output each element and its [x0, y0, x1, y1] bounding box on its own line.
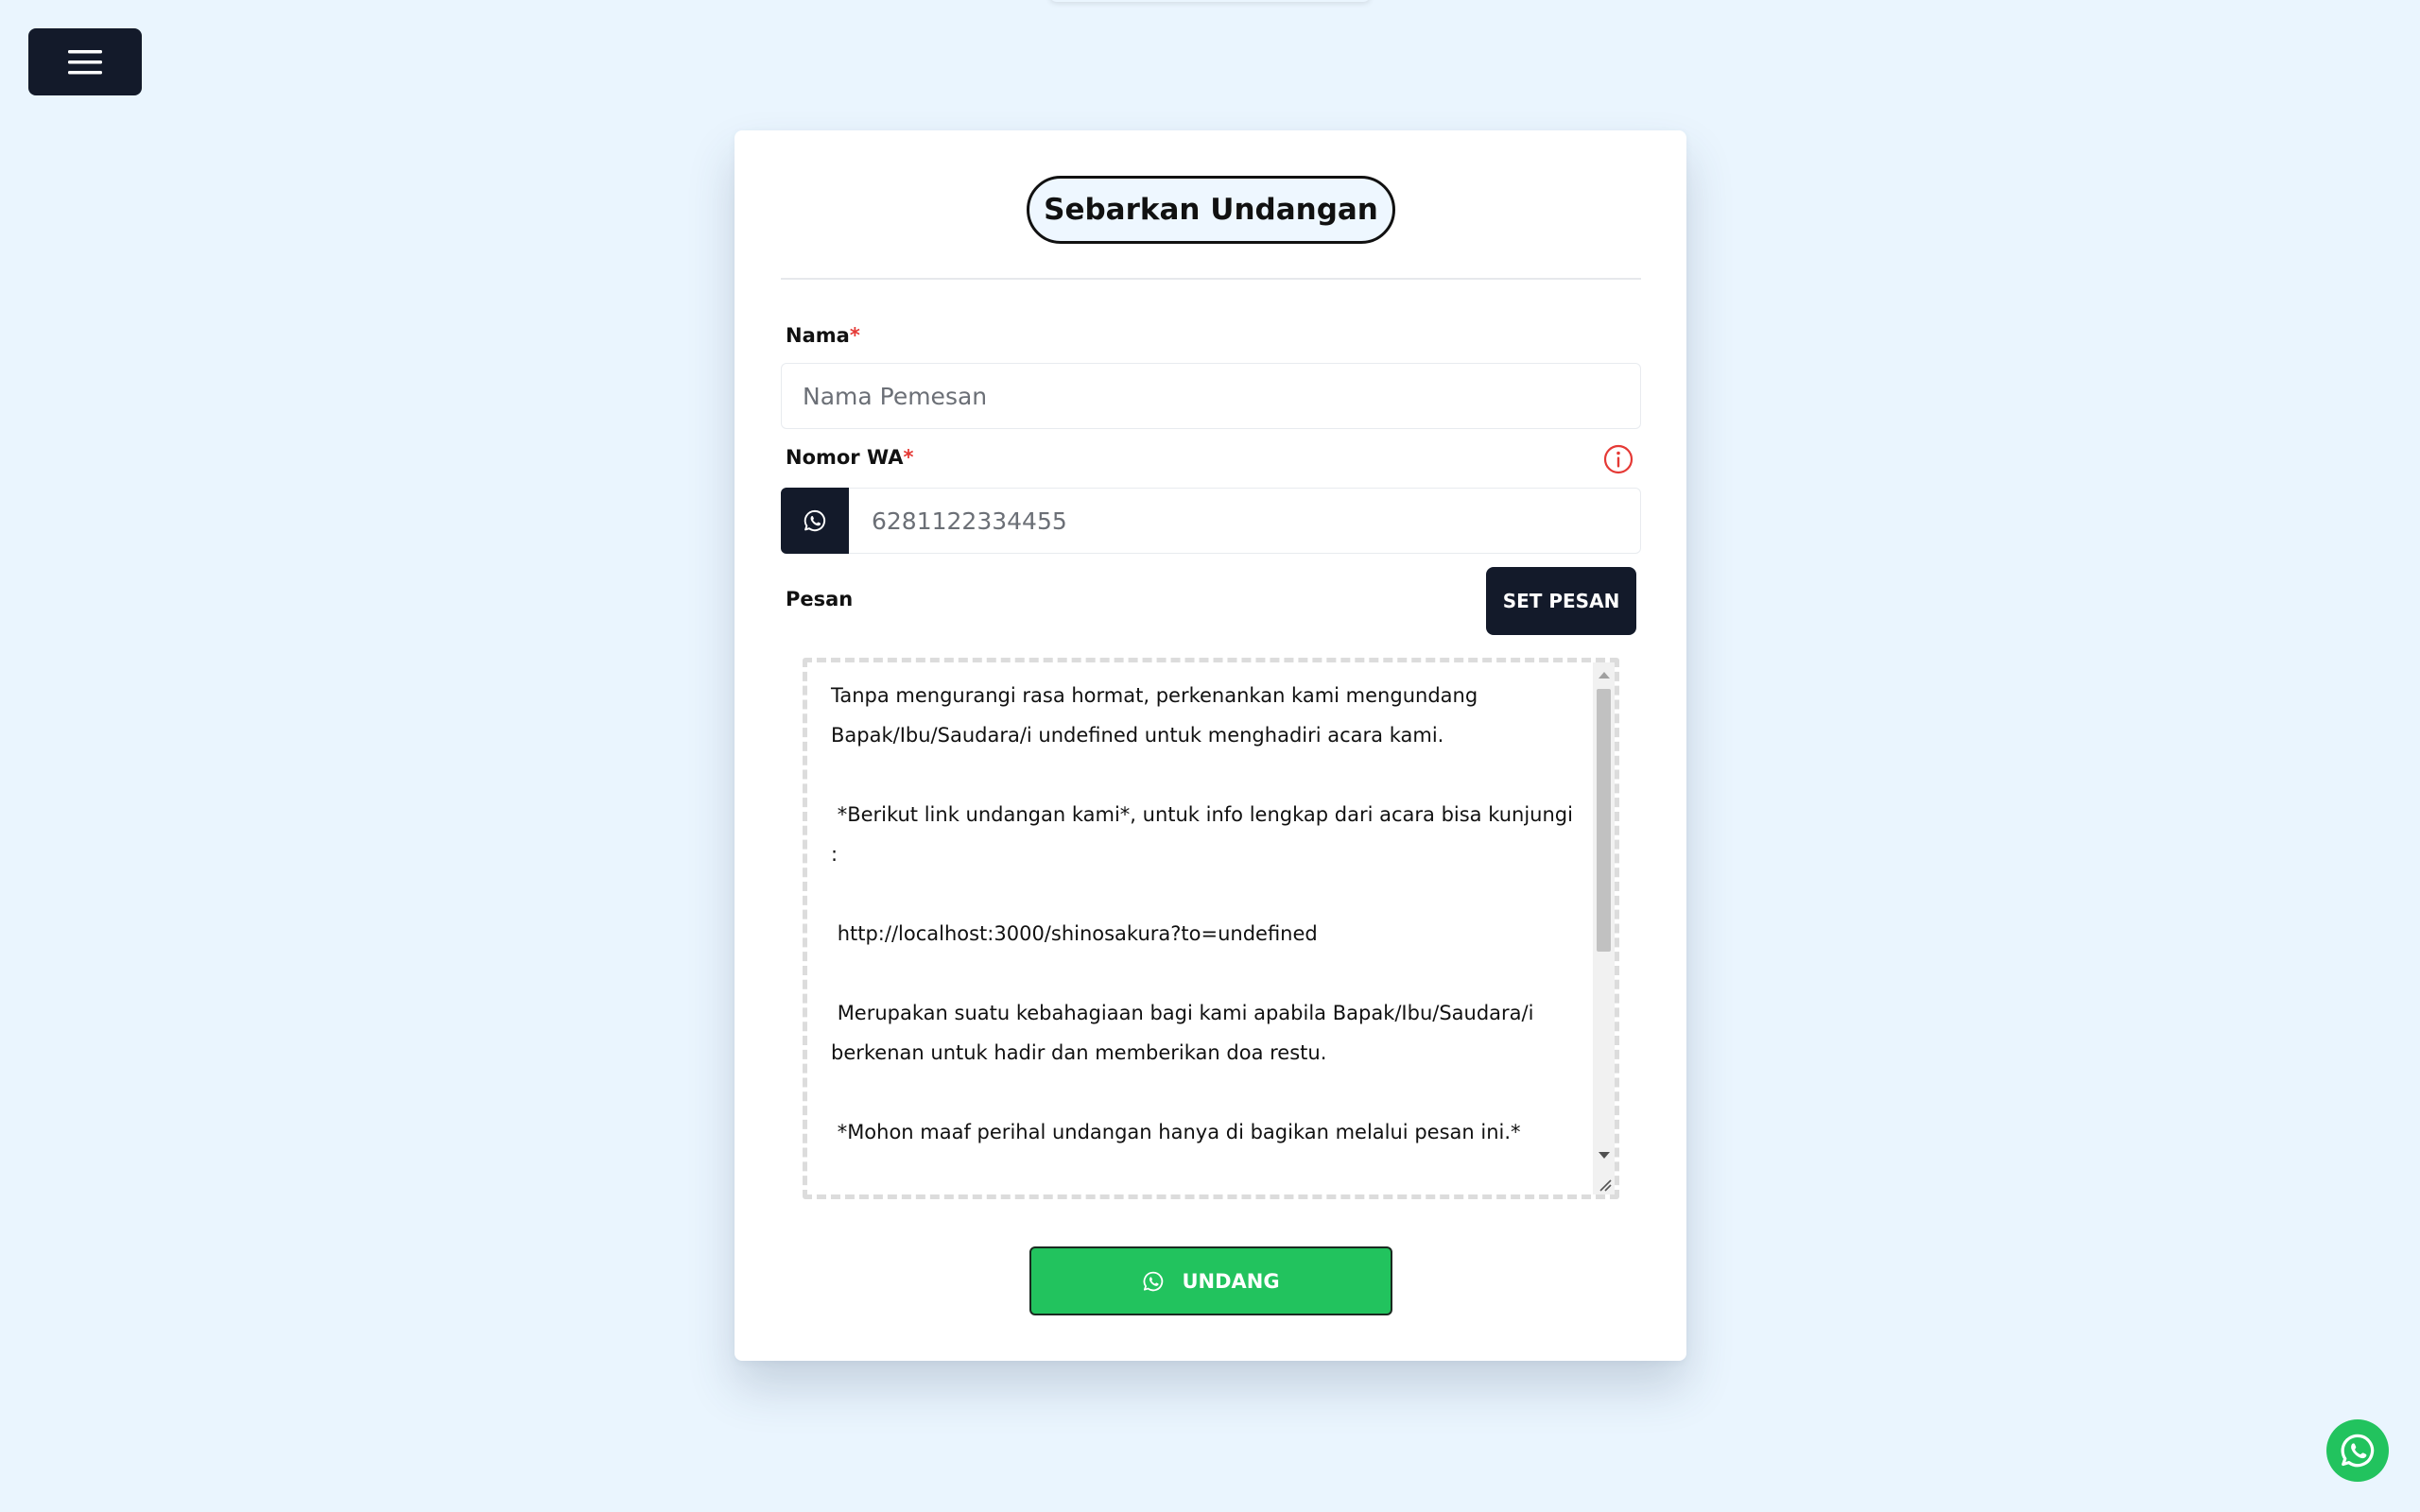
- wa-input-group: [781, 488, 1641, 554]
- message-scrollbar[interactable]: [1593, 662, 1615, 1194]
- scroll-thumb[interactable]: [1597, 689, 1611, 952]
- whatsapp-icon: [804, 509, 826, 532]
- whatsapp-icon: [1144, 1271, 1164, 1291]
- set-message-button[interactable]: SET PESAN: [1486, 567, 1636, 635]
- top-tab-shadow: [1049, 0, 1371, 2]
- message-text[interactable]: Tanpa mengurangi rasa hormat, perkenanka…: [831, 676, 1578, 1152]
- page-title: Sebarkan Undangan: [1027, 176, 1395, 244]
- hamburger-menu-icon: [68, 49, 102, 74]
- name-input[interactable]: [781, 363, 1641, 429]
- scroll-up-arrow-icon[interactable]: [1599, 672, 1610, 679]
- name-label-text: Nama: [786, 324, 850, 347]
- wa-addon: [781, 488, 849, 554]
- info-icon[interactable]: [1603, 444, 1634, 474]
- floating-whatsapp-button[interactable]: [2326, 1419, 2389, 1482]
- name-required-mark: *: [849, 324, 860, 347]
- name-label: Nama*: [786, 324, 860, 347]
- invite-button[interactable]: UNDANG: [1029, 1246, 1392, 1315]
- resize-grip-icon[interactable]: [1597, 1177, 1612, 1192]
- whatsapp-icon: [2341, 1434, 2375, 1468]
- wa-number-input[interactable]: [849, 488, 1641, 554]
- wa-required-mark: *: [903, 446, 914, 469]
- wa-label: Nomor WA*: [786, 446, 913, 469]
- message-textarea[interactable]: Tanpa mengurangi rasa hormat, perkenanka…: [803, 658, 1619, 1199]
- share-invitation-card: Sebarkan Undangan Nama* Nomor WA* Pesan …: [735, 130, 1686, 1361]
- wa-label-text: Nomor WA: [786, 446, 904, 469]
- message-label: Pesan: [786, 588, 854, 610]
- scroll-down-arrow-icon[interactable]: [1599, 1152, 1610, 1159]
- invite-button-label: UNDANG: [1182, 1269, 1280, 1293]
- menu-button[interactable]: [28, 28, 142, 95]
- title-divider: [781, 278, 1641, 280]
